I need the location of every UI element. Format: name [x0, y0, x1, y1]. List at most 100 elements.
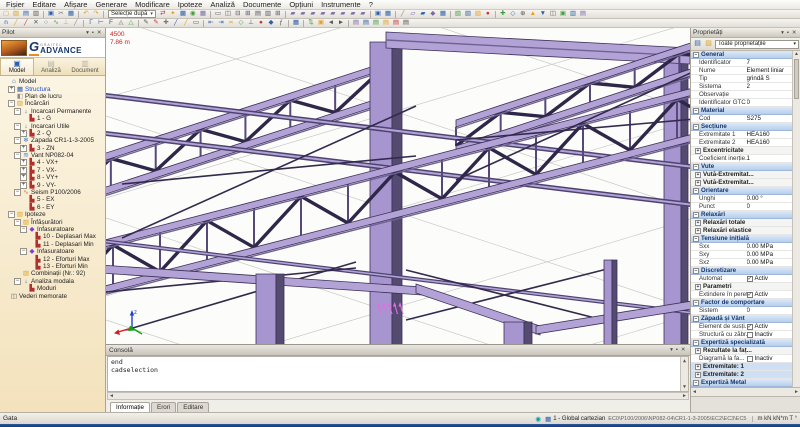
property-section-expertiz-specializat-[interactable]: −Expertiză specializată	[691, 339, 792, 347]
pilot-tab-model[interactable]: ▣Model	[0, 58, 34, 75]
toolbar-button[interactable]: ƒ	[277, 19, 286, 27]
tree-item-ipoteze[interactable]: −▨Ipoteze	[2, 211, 105, 218]
toolbar-button[interactable]: ▤	[372, 19, 381, 27]
console-hscrollbar[interactable]: ◄►	[107, 392, 689, 400]
property-row-sxz[interactable]: Sxz0.00 MPa	[691, 259, 792, 267]
toolbar-button[interactable]: ▤	[253, 10, 262, 18]
collapse-icon[interactable]: −	[693, 212, 699, 218]
toolbar-button[interactable]: ▤	[578, 10, 587, 18]
toolbar-button[interactable]: ↶	[82, 10, 91, 18]
grid-icon[interactable]: ▦	[545, 415, 551, 423]
menu-fiier[interactable]: Fișier	[2, 0, 28, 9]
expand-icon[interactable]: +	[695, 180, 701, 186]
toolbar-button[interactable]: ▥	[568, 10, 577, 18]
toolbar-button[interactable]: ╱	[172, 19, 181, 27]
properties-hscrollbar[interactable]: ◄►	[691, 388, 800, 397]
tree-expander-icon[interactable]: −	[14, 123, 21, 130]
checkbox-checked-icon[interactable]: ✓	[747, 276, 753, 282]
toolbar-button[interactable]: ▰	[318, 10, 327, 18]
console-input[interactable]: ▲▼ endcadselection	[107, 356, 689, 392]
properties-vscrollbar[interactable]: ▲	[792, 51, 800, 387]
property-value[interactable]: HEA160	[747, 139, 792, 146]
toolbar-button[interactable]: ●	[257, 19, 266, 27]
tree-item--nf-ur-tori[interactable]: −▨Înfășurători	[2, 218, 105, 225]
collapse-icon[interactable]: −	[693, 188, 699, 194]
property-section-sec-iune[interactable]: −Secțiune	[691, 123, 792, 131]
toolbar-button[interactable]: ◆	[267, 19, 276, 27]
tree-expander-icon[interactable]: −	[14, 278, 21, 285]
console-tab-erori[interactable]: Erori	[151, 402, 176, 412]
toolbar-button[interactable]: ⊕	[518, 10, 527, 18]
expand-icon[interactable]: +	[695, 348, 701, 354]
toolbar-button[interactable]: ↷	[92, 10, 101, 18]
tree-item-vederi-memorate[interactable]: ◫Vederi memorate	[2, 292, 105, 299]
property-value[interactable]: Element liniar	[747, 67, 792, 74]
toolbar-button[interactable]: ▲	[528, 10, 537, 18]
toolbar-button[interactable]: ⊥	[62, 19, 71, 27]
tree-expander-icon[interactable]: +	[8, 86, 15, 93]
properties-close-icon[interactable]: ✕	[790, 30, 798, 36]
tree-item-plan-de-lucru[interactable]: ◧Plan de lucru	[2, 93, 105, 100]
tree-expander-icon[interactable]: −	[14, 137, 21, 144]
collapse-icon[interactable]: −	[693, 52, 699, 58]
tree-item-7-vx-[interactable]: +▙7 - VX-	[2, 167, 105, 174]
tree-item-infasuratoare[interactable]: −◆Infasuratoare	[2, 248, 105, 255]
menu-instrumente[interactable]: Instrumente	[317, 0, 365, 9]
expand-icon[interactable]: +	[695, 172, 701, 178]
tree-expander-icon[interactable]: +	[20, 182, 27, 189]
toolbar-button[interactable]: ▣	[373, 10, 382, 18]
tree-item--nc-rc-ri[interactable]: −▨Încărcări	[2, 100, 105, 107]
console-tab-informație[interactable]: Informație	[110, 402, 150, 412]
toolbar-button[interactable]: ○	[42, 19, 51, 27]
collapse-icon[interactable]: −	[693, 300, 699, 306]
expand-icon[interactable]: +	[695, 228, 701, 234]
selection-mode-select[interactable]: Selecție după▾	[108, 10, 156, 18]
property-section-relax-ri[interactable]: −Relaxări	[691, 211, 792, 219]
property-row-coeficient-iner-ie-[interactable]: Coeficient inerție...1	[691, 155, 792, 163]
tree-item-analiza-modala[interactable]: −↓Analiza modala	[2, 278, 105, 285]
pilot-tab-document[interactable]: ▥Document	[68, 58, 102, 75]
property-value[interactable]: 0	[747, 203, 792, 210]
pilot-close-icon[interactable]: ✕	[95, 30, 103, 36]
tree-expander-icon[interactable]: +	[20, 130, 27, 137]
checkbox-unchecked-icon[interactable]	[747, 332, 753, 338]
status-units[interactable]: m kN kN*m T °	[752, 416, 797, 422]
toolbar-button[interactable]: ▧	[463, 10, 472, 18]
toolbar-button[interactable]: ◇	[237, 19, 246, 27]
toolbar-button[interactable]: ⇄	[158, 10, 167, 18]
property-row-sistem[interactable]: Sistem0	[691, 307, 792, 315]
checkbox-checked-icon[interactable]: ✓	[747, 324, 753, 330]
tree-item-11-deplasari-min[interactable]: ▙11 - Deplasari Min	[2, 241, 105, 248]
tree-expander-icon[interactable]: −	[20, 248, 27, 255]
menu-afiare[interactable]: Afișare	[60, 0, 91, 9]
tree-expander-icon[interactable]: −	[14, 152, 21, 159]
property-value[interactable]: 2	[747, 83, 792, 90]
property-section-material[interactable]: −Material	[691, 107, 792, 115]
property-row-unghi[interactable]: Unghi0.00 °	[691, 195, 792, 203]
tree-item-combina-ii-nr-92-[interactable]: ▨Combinații (Nr.: 92)	[2, 270, 105, 277]
tree-expander-icon[interactable]: −	[14, 108, 21, 115]
toolbar-button[interactable]: ╱	[398, 10, 407, 18]
tree-item-structura[interactable]: +▦Structura	[2, 85, 105, 92]
toolbar-button[interactable]: ▦	[292, 19, 301, 27]
menu-generare[interactable]: Generare	[91, 0, 131, 9]
toolbar-button[interactable]: ▱	[408, 10, 417, 18]
property-subsection-extremitate-2[interactable]: +Extremitate: 2	[691, 371, 792, 379]
toolbar-button[interactable]: ▥	[263, 10, 272, 18]
tree-item-incarcari-utile[interactable]: −↓Incarcari Utile	[2, 122, 105, 129]
property-value[interactable]: 0	[747, 99, 792, 106]
property-subsection-extremitate-1[interactable]: +Extremitate: 1	[691, 363, 792, 371]
property-row-automat[interactable]: Automat✓Activ	[691, 275, 792, 283]
toolbar-button[interactable]: n	[2, 19, 11, 27]
property-value[interactable]: HEA160	[747, 131, 792, 138]
property-row-identificator-gtc[interactable]: Identificator GTC0	[691, 99, 792, 107]
tree-expander-icon[interactable]: +	[20, 159, 27, 166]
toolbar-button[interactable]: ▦	[67, 10, 76, 18]
collapse-icon[interactable]: −	[693, 380, 699, 386]
property-value[interactable]: 0	[747, 307, 792, 314]
collapse-icon[interactable]: −	[693, 316, 699, 322]
toolbar-button[interactable]: ⊟	[233, 10, 242, 18]
expand-icon[interactable]: +	[695, 372, 701, 378]
tree-item-moduri[interactable]: ▙Moduri	[2, 285, 105, 292]
console-tab-editare[interactable]: Editare	[177, 402, 209, 412]
